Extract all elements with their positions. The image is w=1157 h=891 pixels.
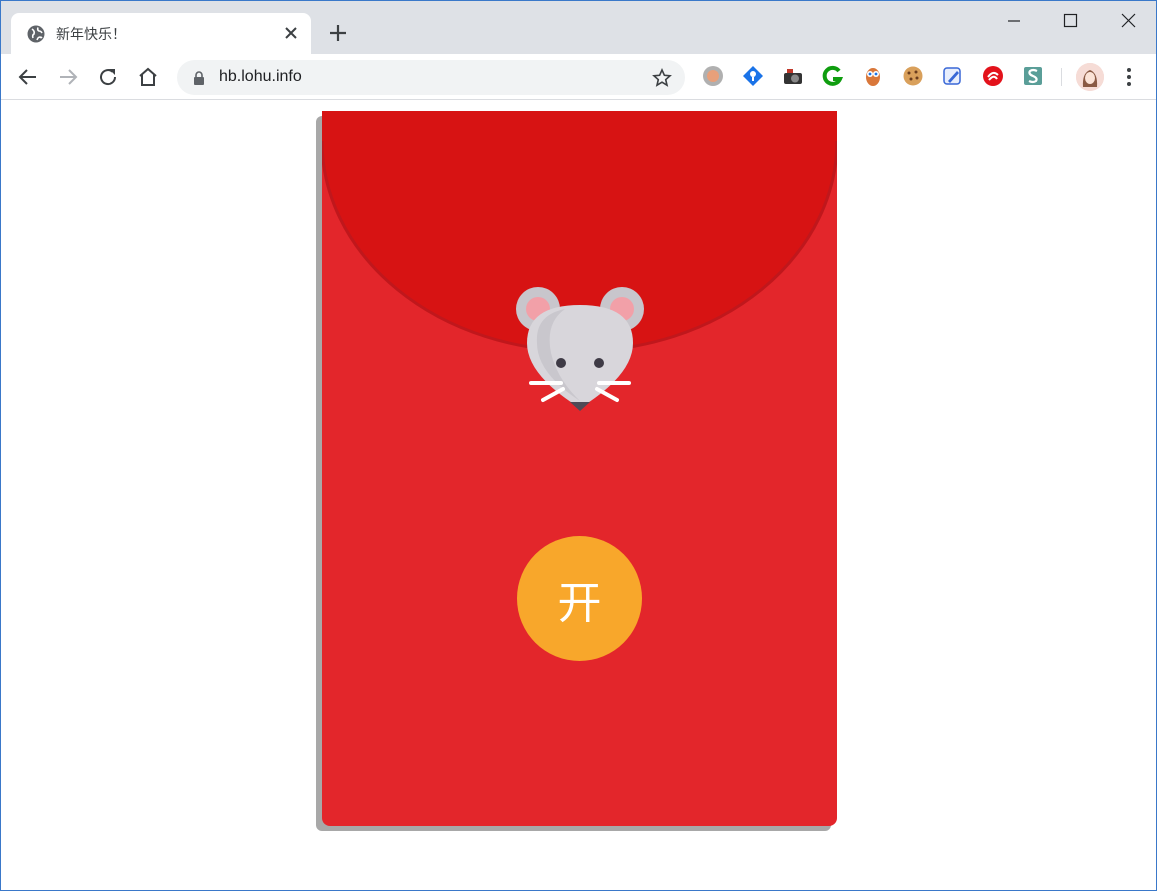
owl-icon[interactable] bbox=[862, 65, 884, 87]
cookie-icon[interactable] bbox=[902, 65, 924, 87]
avatar-icon bbox=[1076, 63, 1104, 91]
profile-avatar[interactable] bbox=[1076, 63, 1104, 91]
back-icon[interactable] bbox=[16, 65, 40, 89]
new-tab-icon[interactable] bbox=[326, 21, 350, 45]
diamond-pin-icon[interactable] bbox=[742, 65, 764, 87]
toolbar-separator bbox=[1061, 68, 1062, 86]
maximize-icon[interactable] bbox=[1050, 7, 1090, 35]
tab-active[interactable]: 新年快乐！ bbox=[11, 13, 311, 54]
minimize-icon[interactable] bbox=[994, 7, 1034, 35]
green-g-icon[interactable] bbox=[822, 65, 844, 87]
globe-icon bbox=[27, 25, 45, 43]
gray-circle-icon[interactable] bbox=[702, 65, 724, 87]
s-icon[interactable] bbox=[1022, 65, 1044, 87]
tab-strip: 新年快乐！ bbox=[1, 1, 1156, 54]
camera-icon[interactable] bbox=[782, 65, 804, 87]
home-icon[interactable] bbox=[136, 65, 160, 89]
red-circle-icon[interactable] bbox=[982, 65, 1004, 87]
page-content: 开 bbox=[1, 101, 1156, 890]
url-text[interactable]: hb.lohu.info bbox=[219, 68, 302, 86]
forward-icon[interactable] bbox=[56, 65, 80, 89]
red-envelope: 开 bbox=[322, 111, 837, 826]
close-tab-icon[interactable] bbox=[281, 23, 301, 43]
close-window-icon[interactable] bbox=[1108, 7, 1148, 35]
mouse-icon bbox=[516, 287, 644, 411]
address-bar[interactable]: hb.lohu.info bbox=[177, 60, 685, 95]
browser-window: 新年快乐！ hb.lohu.info 开 bbox=[0, 0, 1157, 891]
pen-icon[interactable] bbox=[942, 65, 964, 87]
open-envelope-button[interactable]: 开 bbox=[517, 536, 642, 661]
lock-icon bbox=[194, 71, 204, 85]
tab-title: 新年快乐！ bbox=[56, 27, 126, 43]
reload-icon[interactable] bbox=[96, 65, 120, 89]
bookmark-star-icon[interactable] bbox=[652, 68, 672, 88]
kebab-menu-icon[interactable] bbox=[1121, 65, 1137, 89]
